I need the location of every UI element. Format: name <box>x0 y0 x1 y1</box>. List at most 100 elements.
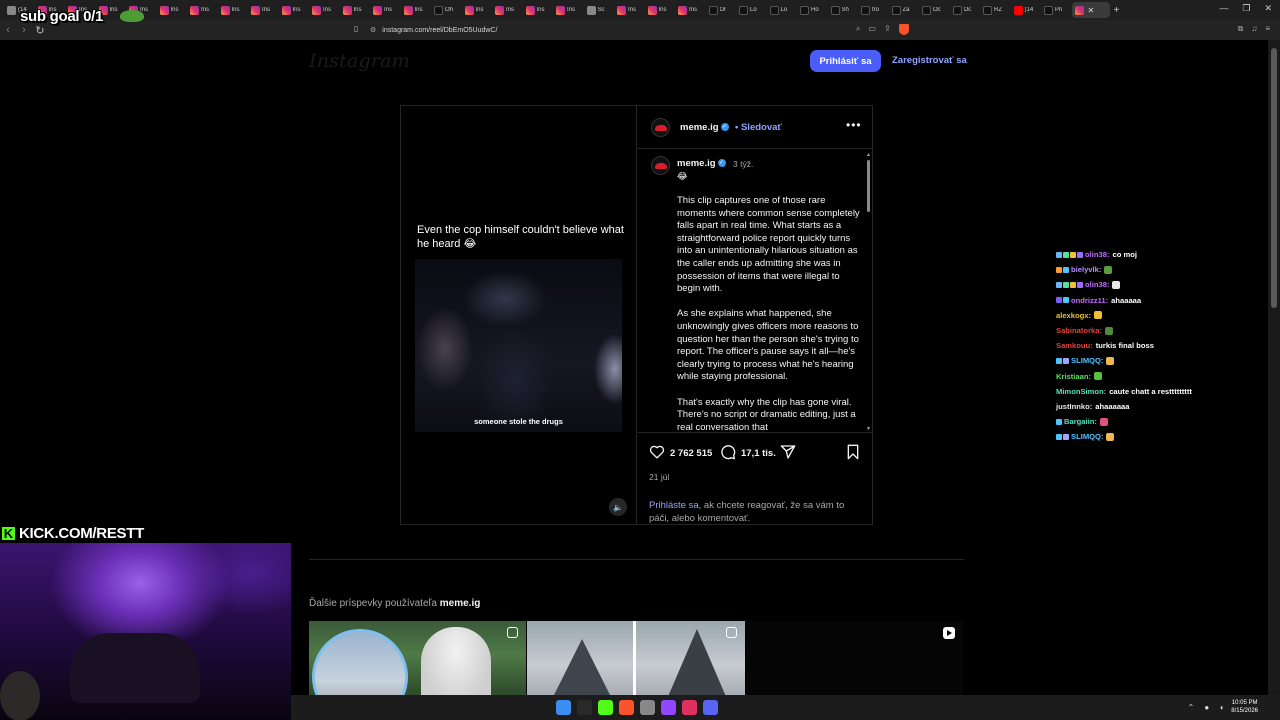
browser-tab[interactable]: Ins <box>614 2 645 18</box>
more-options-icon[interactable]: ••• <box>846 118 862 132</box>
reload-icon[interactable]: ↻ <box>32 24 48 37</box>
chat-username[interactable]: Samkouu: <box>1056 341 1093 350</box>
close-window-icon[interactable]: ✕ <box>1264 3 1272 14</box>
browser-tab[interactable]: Ins <box>187 2 218 18</box>
browser-tab[interactable]: Ho <box>797 2 828 18</box>
cast-icon[interactable]: ▭ <box>868 24 876 35</box>
volume-icon[interactable]: ◖ <box>1219 703 1224 712</box>
browser-tab[interactable]: Sh <box>828 2 859 18</box>
scroll-thumb[interactable] <box>867 160 870 212</box>
browser-tab[interactable]: Ins <box>279 2 310 18</box>
taskbar-app-icon[interactable] <box>577 700 592 715</box>
comment-icon[interactable] <box>720 444 736 465</box>
browser-tab[interactable]: Ins <box>340 2 371 18</box>
more-post-thumbnail[interactable] <box>309 621 526 695</box>
more-post-thumbnail[interactable] <box>527 621 745 695</box>
follow-button[interactable]: • Sledovať <box>735 122 782 133</box>
like-count[interactable]: 2 762 515 <box>670 448 712 459</box>
browser-tab[interactable]: Oc <box>950 2 981 18</box>
video-frame[interactable]: someone stole the drugs <box>415 259 622 432</box>
browser-tab[interactable]: tro <box>858 2 889 18</box>
share-icon[interactable] <box>780 444 796 465</box>
share-page-icon[interactable]: ⇪ <box>884 24 891 35</box>
browser-tab[interactable]: Ins <box>675 2 706 18</box>
minimize-icon[interactable]: — <box>1219 3 1228 14</box>
browser-tab[interactable]: Oc <box>919 2 950 18</box>
extensions-icon[interactable]: ⧉ <box>1238 24 1244 34</box>
reel-video[interactable]: Even the cop himself couldn't believe wh… <box>401 106 637 524</box>
new-tab-icon[interactable]: + <box>1114 5 1120 16</box>
browser-tab[interactable]: (14 <box>1011 2 1042 18</box>
heart-icon[interactable] <box>649 444 665 464</box>
site-info-icon[interactable]: ⚙ <box>370 26 376 34</box>
scroll-up-icon[interactable]: ▲ <box>866 152 871 158</box>
chat-username[interactable]: olin38: <box>1085 250 1109 259</box>
browser-tab[interactable]: Sc <box>584 2 615 18</box>
instagram-logo[interactable]: Instagram <box>309 50 410 72</box>
browser-tab[interactable]: Ins <box>492 2 523 18</box>
browser-tab[interactable]: Ins <box>462 2 493 18</box>
chat-username[interactable]: MimonSimon: <box>1056 387 1106 396</box>
caption-scrollbar[interactable]: ▲ ▼ <box>866 152 871 432</box>
chat-username[interactable]: justInnko: <box>1056 402 1092 411</box>
chat-username[interactable]: Bargaiin: <box>1064 417 1097 426</box>
browser-tab[interactable]: Lo <box>767 2 798 18</box>
clock[interactable]: 10:05 PM 8/15/2026 <box>1231 699 1258 715</box>
login-prompt-link[interactable]: Prihláste sa <box>649 500 699 511</box>
chat-username[interactable]: alexkogx: <box>1056 311 1091 320</box>
taskbar-app-icon[interactable] <box>703 700 718 715</box>
browser-tab[interactable]: Ins <box>553 2 584 18</box>
browser-tab[interactable]: Oh <box>431 2 462 18</box>
caption-time[interactable]: 3 týž. <box>733 159 753 169</box>
chat-username[interactable]: ondrizz11: <box>1071 296 1108 305</box>
mic-icon[interactable]: ● <box>1204 703 1209 712</box>
chat-username[interactable]: olin38: <box>1085 280 1109 289</box>
zoom-icon[interactable]: ⌕ <box>856 24 860 35</box>
chat-username[interactable]: bielyvlk: <box>1071 265 1101 274</box>
media-icon[interactable]: ♫ <box>1251 24 1257 34</box>
chat-username[interactable]: SLIMQQ: <box>1071 432 1103 441</box>
chat-username[interactable]: Kristiaan: <box>1056 372 1091 381</box>
taskbar-app-icon[interactable] <box>682 700 697 715</box>
close-tab-icon[interactable]: ✕ <box>1088 6 1095 15</box>
bookmark-save-icon[interactable] <box>846 444 860 465</box>
windows-start-icon[interactable] <box>556 700 571 715</box>
post-date[interactable]: 21 júl <box>649 472 669 482</box>
caption-area[interactable]: meme.ig ✓ 3 týž. 😂 This clip captures one… <box>638 150 872 432</box>
caption-username[interactable]: meme.ig ✓ <box>677 158 726 169</box>
login-button[interactable]: Prihlásiť sa <box>810 50 881 72</box>
taskbar-app-icon[interactable] <box>598 700 613 715</box>
browser-tab-active[interactable]: ✕ <box>1071 2 1110 18</box>
brave-shields-icon[interactable] <box>898 24 909 35</box>
post-username[interactable]: meme.ig ✓ <box>680 122 729 133</box>
browser-tab[interactable]: Ins <box>248 2 279 18</box>
browser-tab[interactable]: Ins <box>523 2 554 18</box>
browser-tab[interactable]: Ins <box>309 2 340 18</box>
browser-tab[interactable]: Ins <box>401 2 432 18</box>
taskbar-app-icon[interactable] <box>661 700 676 715</box>
taskbar-app-icon[interactable] <box>619 700 634 715</box>
address-bar[interactable]: ⚙ instagram.com/reel/DbEmO5UudwC/ <box>370 23 910 37</box>
browser-tab[interactable]: Ins <box>218 2 249 18</box>
browser-tab[interactable]: Ins <box>370 2 401 18</box>
mute-button[interactable]: 🔈 <box>609 498 627 516</box>
register-link[interactable]: Zaregistrovať sa <box>892 55 967 66</box>
taskbar-app-icon[interactable] <box>640 700 655 715</box>
back-icon[interactable]: ‹ <box>0 24 16 36</box>
chat-username[interactable]: Sabinatorka: <box>1056 326 1102 335</box>
browser-tab[interactable]: Za <box>889 2 920 18</box>
browser-tab[interactable]: Or <box>706 2 737 18</box>
bookmark-icon[interactable]: ▯ <box>354 24 358 33</box>
browser-tab[interactable]: Ins <box>157 2 188 18</box>
menu-icon[interactable]: ≡ <box>1265 24 1270 34</box>
scroll-thumb[interactable] <box>1271 48 1277 308</box>
forward-icon[interactable]: › <box>16 24 32 36</box>
chat-username[interactable]: SLIMQQ: <box>1071 356 1103 365</box>
browser-tab[interactable]: RŽ <box>980 2 1011 18</box>
comment-count[interactable]: 17,1 tis. <box>741 448 776 459</box>
chevron-up-icon[interactable]: ⌃ <box>1188 703 1195 712</box>
browser-tab[interactable]: Lo <box>736 2 767 18</box>
avatar[interactable] <box>651 118 670 137</box>
more-post-thumbnail[interactable] <box>746 621 963 695</box>
maximize-icon[interactable]: ❐ <box>1242 3 1250 14</box>
